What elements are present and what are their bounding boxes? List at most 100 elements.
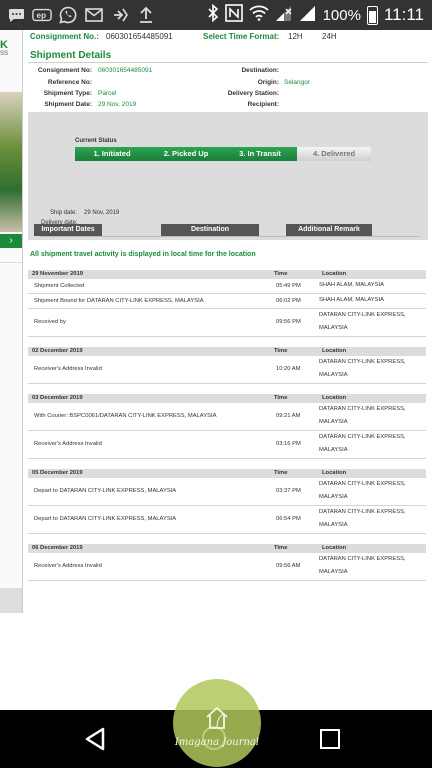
activity-table: 29 November 2019 Time Location Shipment Col…	[28, 270, 426, 581]
activity-date: 05 December 2019	[32, 470, 83, 476]
whatsapp-icon	[58, 5, 78, 25]
activity-time: 09:56 PM	[276, 319, 301, 325]
destination-header[interactable]: Destination	[161, 224, 259, 236]
time-column-header: Time	[274, 545, 288, 551]
activity-date: 02 December 2019	[32, 348, 83, 354]
battery-percent: 100%	[322, 6, 361, 24]
activity-description: With Courier: BSPC0061/DATARAN CITY-LINK…	[34, 413, 217, 419]
divider	[28, 62, 428, 63]
activity-date-header: 06 December 2019 Time Location	[28, 544, 426, 553]
location-column-header: Location	[322, 348, 347, 354]
delivery-date-label: Delivery date:	[41, 220, 78, 226]
upload-icon	[136, 5, 156, 25]
activity-location: DATARAN CITY-LINK EXPRESS, MALAYSIA	[319, 434, 406, 453]
activity-row: Shipment Bound for DATARAN CITY-LINK EXP…	[28, 294, 426, 309]
time-column-header: Time	[274, 395, 288, 401]
signal-icon	[299, 5, 317, 26]
activity-date-header: 03 December 2019 Time Location	[28, 394, 426, 403]
back-icon[interactable]	[84, 727, 106, 756]
recents-icon[interactable]	[320, 729, 340, 749]
time-format-12h-option[interactable]: 12H	[288, 32, 303, 41]
activity-location: SHAH ALAM, MALAYSIA	[319, 297, 384, 303]
additional-remark-header[interactable]: Additional Remark	[286, 224, 372, 236]
activity-row: With Courier: BSPC0061/DATARAN CITY-LINK…	[28, 403, 426, 431]
activity-time: 10:20 AM	[276, 366, 301, 372]
activity-description: Depart to DATARAN CITY-LINK EXPRESS, MAL…	[34, 488, 177, 494]
section-title: Shipment Details	[30, 50, 112, 61]
activity-date: 03 December 2019	[32, 395, 83, 401]
status-step-picked-up: 2. Picked Up	[149, 147, 223, 161]
android-status-bar: ep 100% 11:11	[0, 0, 432, 30]
activity-location: DATARAN CITY-LINK EXPRESS, MALAYSIA	[319, 312, 406, 331]
field-label: Shipment Type:	[43, 90, 92, 97]
field-value: 060301654485091	[98, 67, 153, 74]
activity-time: 03:16 PM	[276, 441, 301, 447]
field-value: Selangor	[284, 79, 311, 86]
time-column-header: Time	[274, 348, 288, 354]
activity-time: 03:37 PM	[276, 488, 301, 494]
activity-location: SHAH ALAM, MALAYSIA	[319, 282, 384, 288]
activity-location: DATARAN CITY-LINK EXPRESS, MALAYSIA	[319, 556, 406, 575]
time-format-24h-option[interactable]: 24H	[322, 32, 337, 41]
activity-row: Receiver's Address Invalid 10:20 AM DATARA…	[28, 356, 426, 384]
local-time-notice: All shipment travel activity is displaye…	[30, 251, 256, 258]
activity-description: Received by	[34, 319, 66, 325]
activity-time: 09:21 AM	[276, 413, 301, 419]
location-column-header: Location	[322, 395, 347, 401]
activity-time: 09:56 AM	[276, 563, 301, 569]
activity-row: Receiver's Address Invalid 09:56 AM DATARA…	[28, 553, 426, 581]
brand-logo-fragment: K	[0, 39, 8, 51]
divider	[40, 236, 420, 237]
consignment-number: 060301654485091	[106, 32, 173, 41]
activity-description: Receiver's Address Invalid	[34, 441, 102, 447]
current-status-label: Current Status	[75, 138, 117, 144]
time-column-header: Time	[274, 470, 288, 476]
activity-description: Shipment Collected	[34, 283, 85, 289]
field-value: 29 Nov, 2019	[98, 101, 137, 108]
activity-description: Shipment Bound for DATARAN CITY-LINK EXP…	[34, 298, 204, 304]
shipment-panel: Consignment No.: 060301654485091 Select …	[22, 30, 432, 613]
signal-icon	[275, 5, 293, 26]
activity-date-header: 29 November 2019 Time Location	[28, 270, 426, 279]
svg-text:ep: ep	[37, 11, 47, 20]
field-label: Reference No:	[47, 79, 92, 86]
consignment-label: Consignment No.:	[30, 32, 99, 41]
brand-tagline-fragment: SS	[0, 51, 9, 57]
time-format-label: Select Time Format:	[203, 32, 280, 41]
current-status-panel: Current Status 1. Initiated 2. Picked Up…	[28, 112, 428, 240]
chat-bubble-icon	[6, 5, 26, 25]
location-column-header: Location	[322, 271, 347, 277]
activity-location: DATARAN CITY-LINK EXPRESS, MALAYSIA	[319, 481, 406, 500]
watermark-text: Imagana Journal	[174, 737, 260, 748]
activity-time: 06:54 PM	[276, 516, 301, 522]
activity-location: DATARAN CITY-LINK EXPRESS, MALAYSIA	[319, 359, 406, 378]
activity-date-header: 02 December 2019 Time Location	[28, 347, 426, 356]
activity-row: Shipment Collected 05:49 PM SHAH ALAM, MAL…	[28, 279, 426, 294]
activity-row: Depart to DATARAN CITY-LINK EXPRESS, MAL…	[28, 478, 426, 506]
field-label: Consignment No:	[37, 67, 92, 74]
nfc-icon	[224, 4, 243, 26]
activity-time: 05:49 PM	[276, 283, 301, 289]
activity-location: DATARAN CITY-LINK EXPRESS, MALAYSIA	[319, 406, 406, 425]
navigation-icon	[110, 5, 130, 25]
ship-date-value: 29 Nov, 2019	[84, 210, 120, 216]
activity-date-header: 05 December 2019 Time Location	[28, 469, 426, 478]
webpage-viewport[interactable]: K SS › Consignment No.: 060301654485091 …	[0, 30, 432, 613]
activity-date: 06 December 2019	[32, 545, 83, 551]
field-label: Origin:	[257, 79, 279, 86]
location-column-header: Location	[322, 470, 347, 476]
activity-time: 06:02 PM	[276, 298, 301, 304]
ep-icon: ep	[32, 5, 52, 25]
activity-description: Receiver's Address Invalid	[34, 366, 102, 372]
field-label: Recipient:	[247, 101, 279, 108]
banner-next-button[interactable]: ›	[0, 234, 22, 248]
activity-row: Received by 09:56 PM DATARAN CITY-LINK EXP…	[28, 309, 426, 337]
divider	[0, 262, 22, 263]
status-step-delivered: 4. Delivered	[297, 147, 371, 161]
field-value: Parcel	[98, 90, 117, 97]
house-icon	[204, 705, 230, 736]
activity-description: Depart to DATARAN CITY-LINK EXPRESS, MAL…	[34, 516, 177, 522]
bluetooth-icon	[207, 3, 219, 26]
status-step-in-transit: 3. In Transit	[223, 147, 297, 161]
activity-location: DATARAN CITY-LINK EXPRESS, MALAYSIA	[319, 509, 406, 528]
